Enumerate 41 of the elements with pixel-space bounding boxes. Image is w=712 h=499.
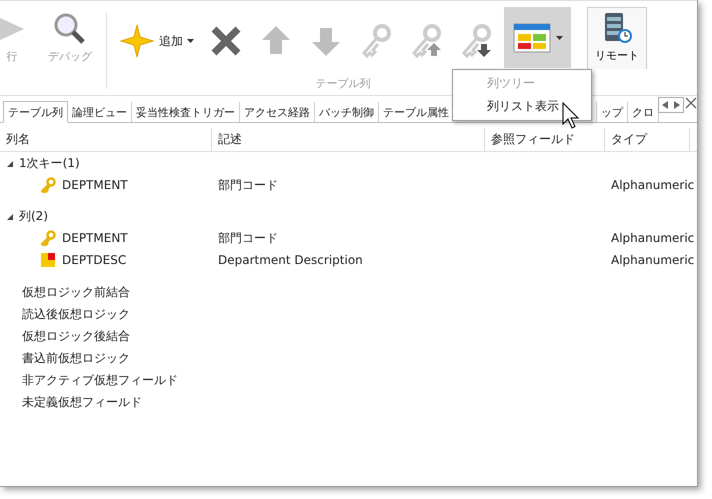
tab[interactable]: 論理ビュー — [68, 102, 132, 122]
tab[interactable]: テーブル列 — [3, 101, 68, 123]
scroll-left-button[interactable] — [659, 98, 671, 112]
list-item: 読込後仮想ロジック — [21, 306, 131, 322]
table-cell-text: 部門コード — [217, 230, 279, 246]
column-header[interactable]: 記述 — [212, 128, 485, 151]
server-clock-icon — [602, 12, 632, 44]
table-cell-text: 部門コード — [217, 176, 279, 194]
list-item: 未定義仮想フィールド — [21, 394, 143, 410]
tab[interactable]: アクセス経路 — [240, 102, 315, 122]
tab[interactable]: バッチ制御 — [315, 102, 379, 122]
remote-button[interactable]: リモート — [587, 7, 647, 69]
table-cell-text: Department Description — [217, 253, 364, 267]
view-button[interactable] — [504, 7, 571, 68]
list-item: 仮想ロジック前結合 — [21, 284, 131, 300]
column-header[interactable]: タイプ — [605, 128, 690, 151]
tab[interactable]: 妥当性検査トリガー — [132, 102, 240, 122]
key-icon — [40, 177, 56, 193]
group-label: テーブル列 — [316, 76, 370, 91]
expanded-arrow-icon[interactable] — [7, 160, 13, 166]
table-cell: DEPTMENT — [62, 178, 128, 192]
right-arrow-icon — [674, 101, 680, 109]
group-label: 1次キー(1) — [19, 155, 80, 172]
key-icon — [40, 230, 56, 246]
table-cell: DEPTDESC — [62, 253, 126, 267]
field-icon — [40, 252, 56, 268]
list-item: 書込前仮想ロジック — [21, 350, 131, 366]
list-item: 仮想ロジック後結合 — [21, 328, 131, 344]
column-header[interactable]: 列名 — [0, 128, 212, 151]
tab[interactable]: ップ — [597, 102, 628, 122]
expanded-arrow-icon[interactable] — [7, 214, 13, 220]
star-icon — [119, 23, 155, 59]
menu-item[interactable]: 列リスト表示 — [453, 95, 591, 118]
left-arrow-icon — [662, 101, 668, 109]
add-button[interactable]: 追加 — [115, 11, 198, 71]
list-item: 非アクティブ仮想フィールド — [21, 372, 179, 388]
group-label: 列(2) — [19, 208, 48, 225]
close-icon — [685, 96, 697, 108]
scroll-right-button[interactable] — [671, 98, 683, 112]
table-cell: DEPTMENT — [62, 231, 128, 245]
close-button[interactable] — [685, 96, 697, 112]
